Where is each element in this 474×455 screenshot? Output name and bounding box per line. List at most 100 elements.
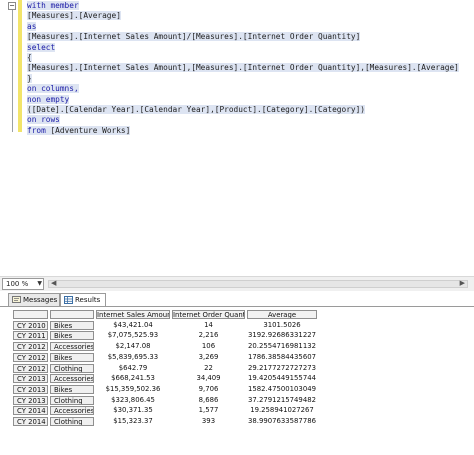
data-cell[interactable]: 29.2177272727273 — [247, 364, 317, 373]
text-token: [Measures].[Internet Sales Amount]/[Meas… — [27, 32, 361, 42]
tab-messages[interactable]: Messages — [8, 293, 60, 306]
data-cell[interactable]: 22 — [172, 364, 245, 373]
data-cell[interactable]: 1786.38584435607 — [247, 353, 317, 362]
data-cell[interactable]: 20.2554716981132 — [247, 342, 317, 351]
data-cell[interactable]: 14 — [172, 321, 245, 330]
data-cell[interactable]: $642.79 — [96, 364, 170, 373]
text-token: ([Date].[Calendar Year].[Calendar Year],… — [27, 104, 365, 114]
row-member-cell[interactable]: CY 2014 — [13, 417, 48, 426]
chevron-down-icon[interactable]: ▼ — [37, 279, 42, 289]
editor-gutter: − — [0, 0, 20, 276]
row-member-cell[interactable]: CY 2013 — [13, 395, 48, 405]
scroll-left-icon[interactable]: ◀ — [51, 279, 56, 287]
code-line[interactable]: [Measures].[Internet Sales Amount],[Meas… — [27, 63, 459, 73]
row-member-cell[interactable]: CY 2012 — [13, 352, 48, 362]
code-line[interactable]: } — [27, 73, 459, 84]
row-member-cell[interactable]: Bikes — [50, 352, 94, 362]
data-cell[interactable]: 9,706 — [172, 385, 245, 394]
row-member-cell[interactable]: CY 2013 — [13, 384, 48, 394]
code-line[interactable]: [Measures].[Average] — [27, 11, 459, 21]
row-header-corner[interactable] — [13, 310, 48, 319]
keyword-token: with member — [27, 1, 79, 10]
keyword-token: as — [27, 21, 37, 31]
code-line[interactable]: on columns, — [27, 84, 459, 94]
data-cell[interactable]: $323,806.45 — [96, 396, 170, 405]
data-cell[interactable]: $30,371.35 — [96, 406, 170, 415]
data-cell[interactable]: $2,147.08 — [96, 342, 170, 351]
editor-status-strip: 100 % ▼ ◀ ▶ — [0, 276, 474, 291]
data-cell[interactable]: 3,269 — [172, 353, 245, 362]
keyword-token: on columns, — [27, 84, 79, 94]
data-cell[interactable]: $5,839,695.33 — [96, 353, 170, 362]
zoom-select[interactable]: 100 % ▼ — [2, 278, 44, 290]
data-cell[interactable]: 8,686 — [172, 396, 245, 405]
data-cell[interactable]: 1,577 — [172, 406, 245, 415]
row-member-cell[interactable]: Clothing — [50, 363, 94, 373]
data-cell[interactable]: 2,216 — [172, 331, 245, 340]
data-cell[interactable]: 38.9907633587786 — [247, 417, 317, 426]
text-token: { — [27, 52, 32, 62]
data-cell[interactable]: 1582.47500103049 — [247, 385, 317, 394]
row-member-cell[interactable]: Bikes — [50, 320, 94, 330]
keyword-token: select — [27, 42, 56, 52]
data-cell[interactable]: 393 — [172, 417, 245, 426]
data-cell[interactable]: 37.2791215749482 — [247, 396, 317, 405]
row-member-cell[interactable]: CY 2012 — [13, 363, 48, 373]
data-cell[interactable]: $15,359,502.36 — [96, 385, 170, 394]
zoom-value: 100 % — [6, 280, 29, 288]
code-line[interactable]: from [Adventure Works] — [27, 125, 459, 136]
row-member-cell[interactable]: CY 2011 — [13, 331, 48, 341]
code-line[interactable]: select — [27, 42, 459, 53]
row-member-cell[interactable]: CY 2012 — [13, 342, 48, 352]
keyword-token: non empty — [27, 94, 70, 104]
message-icon — [12, 296, 21, 303]
text-token: } — [27, 73, 32, 83]
data-cell[interactable]: $7,075,525.93 — [96, 331, 170, 340]
code-line[interactable]: as — [27, 21, 459, 32]
row-member-cell[interactable]: CY 2013 — [13, 374, 48, 384]
collapse-toggle-icon[interactable]: − — [8, 2, 16, 10]
code-line[interactable]: ([Date].[Calendar Year].[Calendar Year],… — [27, 104, 459, 115]
horizontal-scrollbar[interactable]: ◀ ▶ — [48, 279, 468, 288]
query-text[interactable]: with member [Measures].[Average] as [Measur… — [27, 1, 459, 136]
results-pane: Messages Results Internet Sales Amount In… — [0, 291, 474, 455]
row-member-cell[interactable]: CY 2010 — [13, 320, 48, 330]
text-token: [Measures].[Average] — [27, 11, 121, 21]
data-cell[interactable]: 3192.92686331227 — [247, 331, 317, 340]
code-line[interactable]: non empty — [27, 94, 459, 105]
data-cell[interactable]: 19.258941027267 — [247, 406, 317, 415]
code-line[interactable]: on rows — [27, 115, 459, 125]
code-line[interactable]: { — [27, 52, 459, 63]
tab-divider — [0, 306, 474, 307]
row-header-corner[interactable] — [50, 310, 94, 319]
keyword-token: from — [27, 125, 51, 135]
row-member-cell[interactable]: Bikes — [50, 384, 94, 394]
row-member-cell[interactable]: Bikes — [50, 331, 94, 341]
data-cell[interactable]: $15,323.37 — [96, 417, 170, 426]
outline-line — [12, 8, 13, 132]
row-member-cell[interactable]: Clothing — [50, 417, 94, 426]
column-header[interactable]: Average — [247, 310, 317, 319]
scroll-right-icon[interactable]: ▶ — [460, 279, 465, 287]
code-line[interactable]: with member — [27, 1, 459, 11]
column-header[interactable]: Internet Order Quantity — [172, 310, 245, 319]
text-token: [Measures].[Internet Sales Amount],[Meas… — [27, 63, 459, 73]
code-line[interactable]: [Measures].[Internet Sales Amount]/[Meas… — [27, 32, 459, 42]
data-cell[interactable]: $668,241.53 — [96, 374, 170, 383]
row-member-cell[interactable]: Accessories — [50, 374, 94, 384]
row-member-cell[interactable]: Accessories — [50, 406, 94, 416]
column-header[interactable]: Internet Sales Amount — [96, 310, 170, 319]
query-editor[interactable]: − with member [Measures].[Average] as [Meas… — [0, 0, 474, 276]
tab-results[interactable]: Results — [60, 293, 106, 307]
data-cell[interactable]: 34,409 — [172, 374, 245, 383]
data-cell[interactable]: 19.4205449155744 — [247, 374, 317, 383]
row-member-cell[interactable]: Clothing — [50, 395, 94, 405]
row-member-cell[interactable]: Accessories — [50, 342, 94, 352]
data-cell[interactable]: $43,421.04 — [96, 321, 170, 330]
row-member-cell[interactable]: CY 2014 — [13, 406, 48, 416]
data-cell[interactable]: 3101.5026 — [247, 321, 317, 330]
tab-results-label: Results — [75, 296, 101, 304]
change-tracking-bar — [18, 0, 22, 132]
data-cell[interactable]: 106 — [172, 342, 245, 351]
keyword-token: on rows — [27, 115, 60, 125]
